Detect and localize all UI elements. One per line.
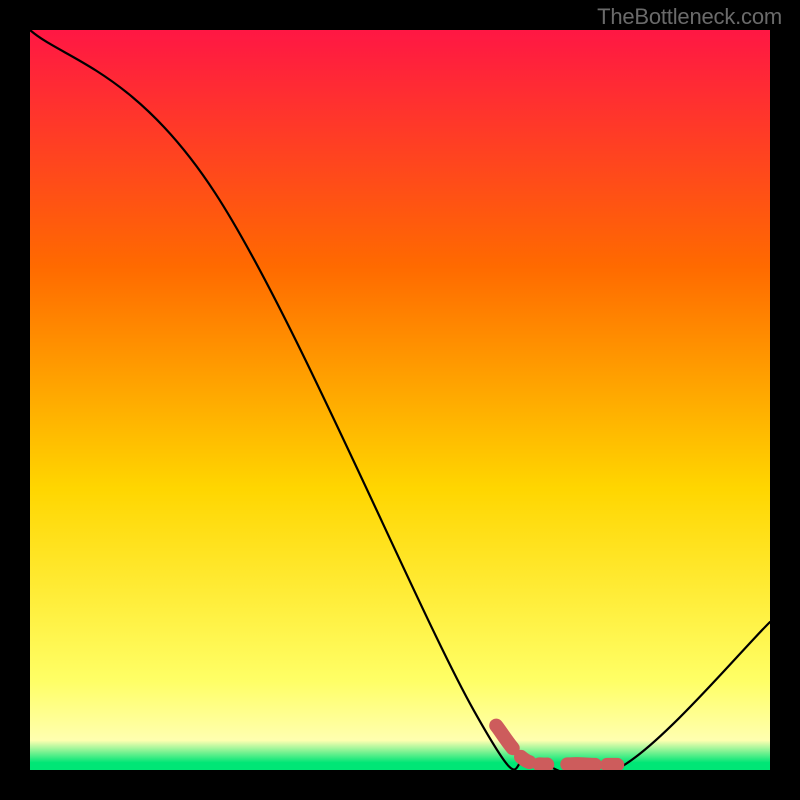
chart-background-gradient xyxy=(30,30,770,770)
attribution-text: TheBottleneck.com xyxy=(597,4,782,30)
chart-plot-area xyxy=(30,30,770,770)
chart-svg xyxy=(30,30,770,770)
